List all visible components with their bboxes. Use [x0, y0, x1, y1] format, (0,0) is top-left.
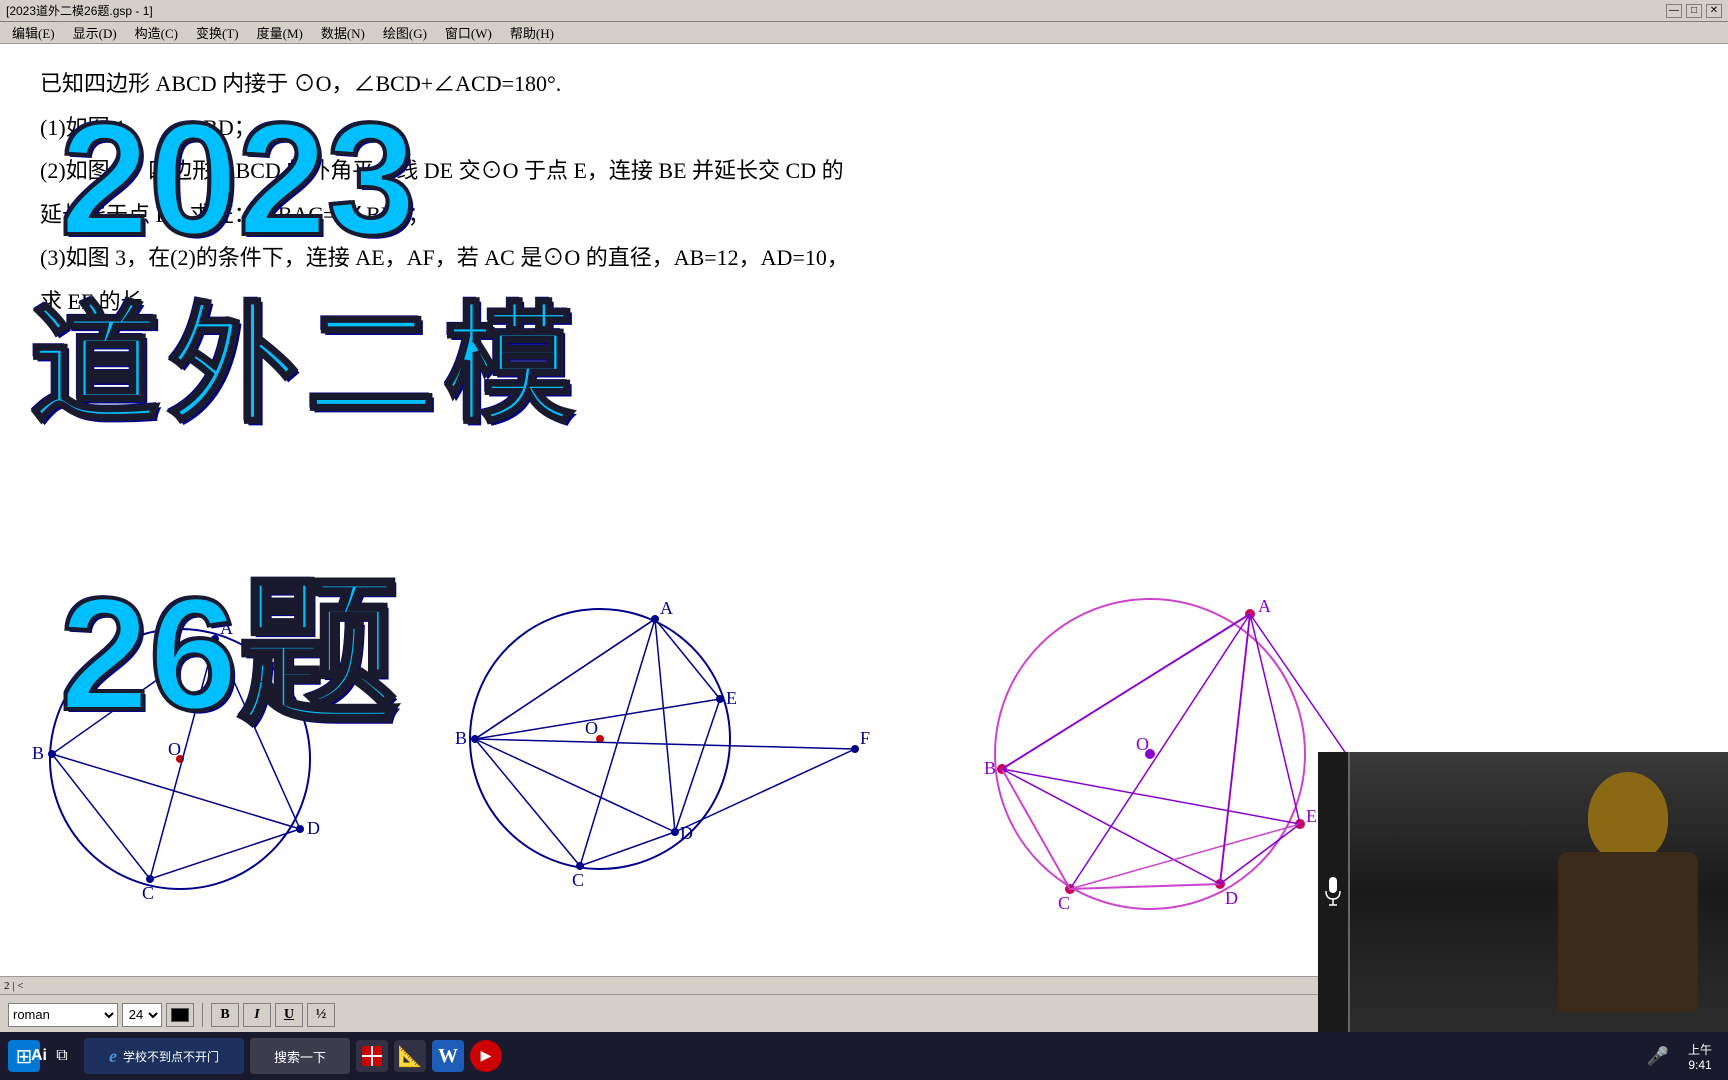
- person-body: [1558, 852, 1698, 1012]
- svg-text:B: B: [984, 758, 996, 778]
- overlay-problem-num: 26题: [60, 574, 398, 734]
- title-bar-controls: — □ ✕: [1666, 4, 1722, 18]
- media-icon: ▶: [481, 1048, 492, 1065]
- svg-text:B: B: [455, 728, 467, 748]
- search-label: 搜索一下: [274, 1047, 326, 1066]
- bold-button[interactable]: B: [211, 1003, 239, 1027]
- underline-button[interactable]: U: [275, 1003, 303, 1027]
- close-button[interactable]: ✕: [1706, 4, 1722, 18]
- special-button[interactable]: ½: [307, 1003, 335, 1027]
- word-icon: W: [438, 1045, 458, 1068]
- minimize-button[interactable]: —: [1666, 4, 1682, 18]
- color-swatch: [171, 1008, 189, 1022]
- webcam-overlay: [1348, 752, 1728, 1032]
- svg-text:C: C: [1058, 893, 1070, 913]
- taskbar-gsp-button[interactable]: 📐: [394, 1040, 426, 1072]
- taskbar-school-button[interactable]: e 学校不到点不开门: [84, 1038, 244, 1074]
- menu-measure[interactable]: 度量(M): [249, 21, 311, 44]
- menu-transform[interactable]: 变换(T): [188, 21, 247, 44]
- svg-text:E: E: [726, 688, 737, 708]
- svg-text:C: C: [572, 870, 584, 890]
- color-button[interactable]: [166, 1003, 194, 1027]
- ie-icon: e: [109, 1046, 117, 1067]
- menu-help[interactable]: 帮助(H): [502, 21, 562, 44]
- mic-area: [1318, 752, 1348, 1032]
- svg-text:A: A: [1258, 596, 1271, 616]
- taskbar-mic-icon[interactable]: 🎤: [1642, 1040, 1674, 1072]
- menu-construct[interactable]: 构造(C): [127, 21, 186, 44]
- overlay-year: 2023: [60, 99, 416, 259]
- webcam-person: [1350, 752, 1728, 1032]
- person-head: [1588, 772, 1668, 862]
- menu-display[interactable]: 显示(D): [65, 21, 125, 44]
- title-bar-text: [2023道外二模26题.gsp - 1]: [6, 2, 153, 19]
- diagram-2: O A B C D E F: [400, 554, 900, 939]
- taskbar-media-button[interactable]: ▶: [470, 1040, 502, 1072]
- toolbar-separator-1: [202, 1003, 203, 1027]
- menu-window[interactable]: 窗口(W): [437, 21, 500, 44]
- menu-graph[interactable]: 绘图(G): [375, 21, 435, 44]
- menu-bar: 编辑(E) 显示(D) 构造(C) 变换(T) 度量(M) 数据(N) 绘图(G…: [0, 22, 1728, 44]
- menu-edit[interactable]: 编辑(E): [4, 21, 63, 44]
- ai-label: Ai: [0, 1032, 78, 1080]
- school-label: 学校不到点不开门: [123, 1048, 219, 1065]
- maximize-button[interactable]: □: [1686, 4, 1702, 18]
- menu-data[interactable]: 数据(N): [313, 21, 373, 44]
- taskbar-search-button[interactable]: 搜索一下: [250, 1038, 350, 1074]
- taskbar-clock: 上午 9:41: [1680, 1041, 1720, 1072]
- taskbar-flag-button[interactable]: [356, 1040, 388, 1072]
- svg-text:D: D: [307, 818, 320, 838]
- diagram-3: O A B C D E: [940, 554, 1360, 939]
- page-indicators: 2 | <: [4, 980, 23, 992]
- svg-text:C: C: [142, 883, 154, 903]
- svg-text:F: F: [860, 728, 870, 748]
- svg-text:D: D: [1225, 888, 1238, 908]
- size-select[interactable]: 24: [122, 1003, 162, 1027]
- svg-text:E: E: [1306, 806, 1317, 826]
- title-bar: [2023道外二模26题.gsp - 1] — □ ✕: [0, 0, 1728, 22]
- taskbar: ⊞ ⧉ e 学校不到点不开门 搜索一下 📐 W ▶ 🎤 上午 9:41: [0, 1032, 1728, 1080]
- svg-text:O: O: [1136, 734, 1149, 754]
- svg-text:A: A: [660, 598, 673, 618]
- overlay-district: 道外二模: [30, 294, 582, 437]
- svg-text:B: B: [32, 743, 44, 763]
- font-select[interactable]: roman: [8, 1003, 118, 1027]
- taskbar-word-button[interactable]: W: [432, 1040, 464, 1072]
- italic-button[interactable]: I: [243, 1003, 271, 1027]
